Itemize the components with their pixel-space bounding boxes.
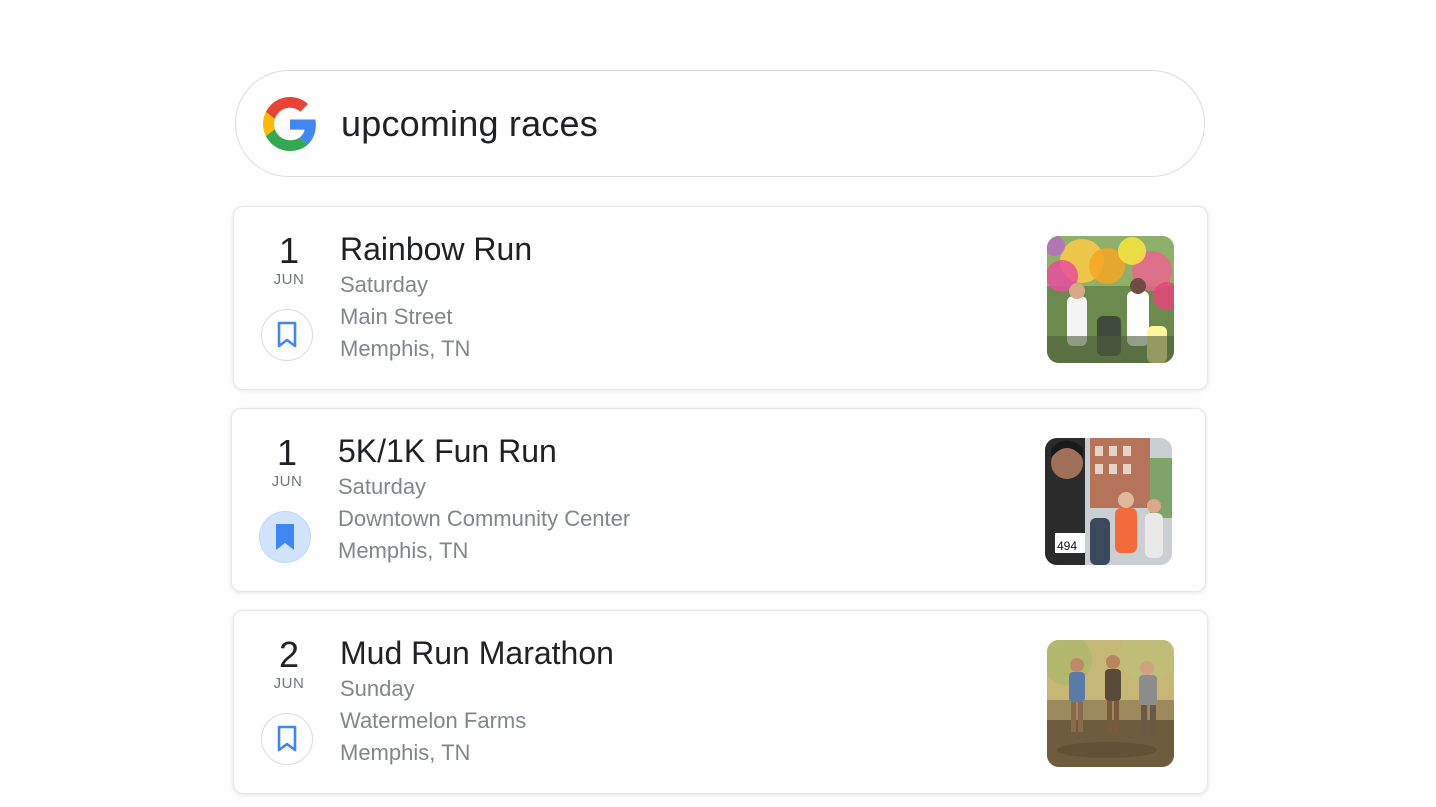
bookmark-filled-icon [276,524,294,550]
bookmark-button[interactable] [261,713,313,765]
event-venue: Downtown Community Center [338,506,631,531]
event-title[interactable]: Rainbow Run [340,229,532,269]
event-title[interactable]: Mud Run Marathon [340,633,614,673]
bookmark-button-saved[interactable] [259,511,311,563]
search-bar[interactable]: upcoming races [235,70,1205,177]
event-card[interactable]: 1 JUN 5K/1K Fun Run Saturday Downtown Co… [231,408,1206,592]
event-city: Memphis, TN [338,538,469,563]
event-venue: Main Street [340,304,453,329]
google-logo-icon [263,97,316,151]
event-weekday: Saturday [340,272,429,297]
event-card[interactable]: 2 JUN Mud Run Marathon Sunday Watermelon… [233,610,1208,794]
event-thumbnail[interactable]: 494 [1045,438,1172,565]
event-weekday: Sunday [340,676,415,701]
event-weekday: Saturday [338,474,427,499]
color-run-photo [1047,236,1174,363]
event-date-month: JUN [273,271,305,288]
event-city: Memphis, TN [340,740,471,765]
bookmark-outline-icon [277,321,297,348]
svg-text:494: 494 [1057,539,1077,553]
event-date-day: 1 [276,432,298,473]
event-title[interactable]: 5K/1K Fun Run [338,431,557,471]
city-runners-photo: 494 [1045,438,1172,565]
event-date-month: JUN [271,473,303,490]
event-thumbnail[interactable] [1047,640,1174,767]
event-date-day: 1 [278,230,300,271]
bookmark-button[interactable] [261,309,313,361]
event-thumbnail[interactable] [1047,236,1174,363]
mud-run-photo [1047,640,1174,767]
event-date-month: JUN [273,675,305,692]
event-date-day: 2 [278,634,300,675]
search-query-text[interactable]: upcoming races [341,104,598,144]
event-venue: Watermelon Farms [340,708,527,733]
bookmark-outline-icon [277,725,297,752]
event-city: Memphis, TN [340,336,471,361]
event-card[interactable]: 1 JUN Rainbow Run Saturday Main Street M… [233,206,1208,390]
